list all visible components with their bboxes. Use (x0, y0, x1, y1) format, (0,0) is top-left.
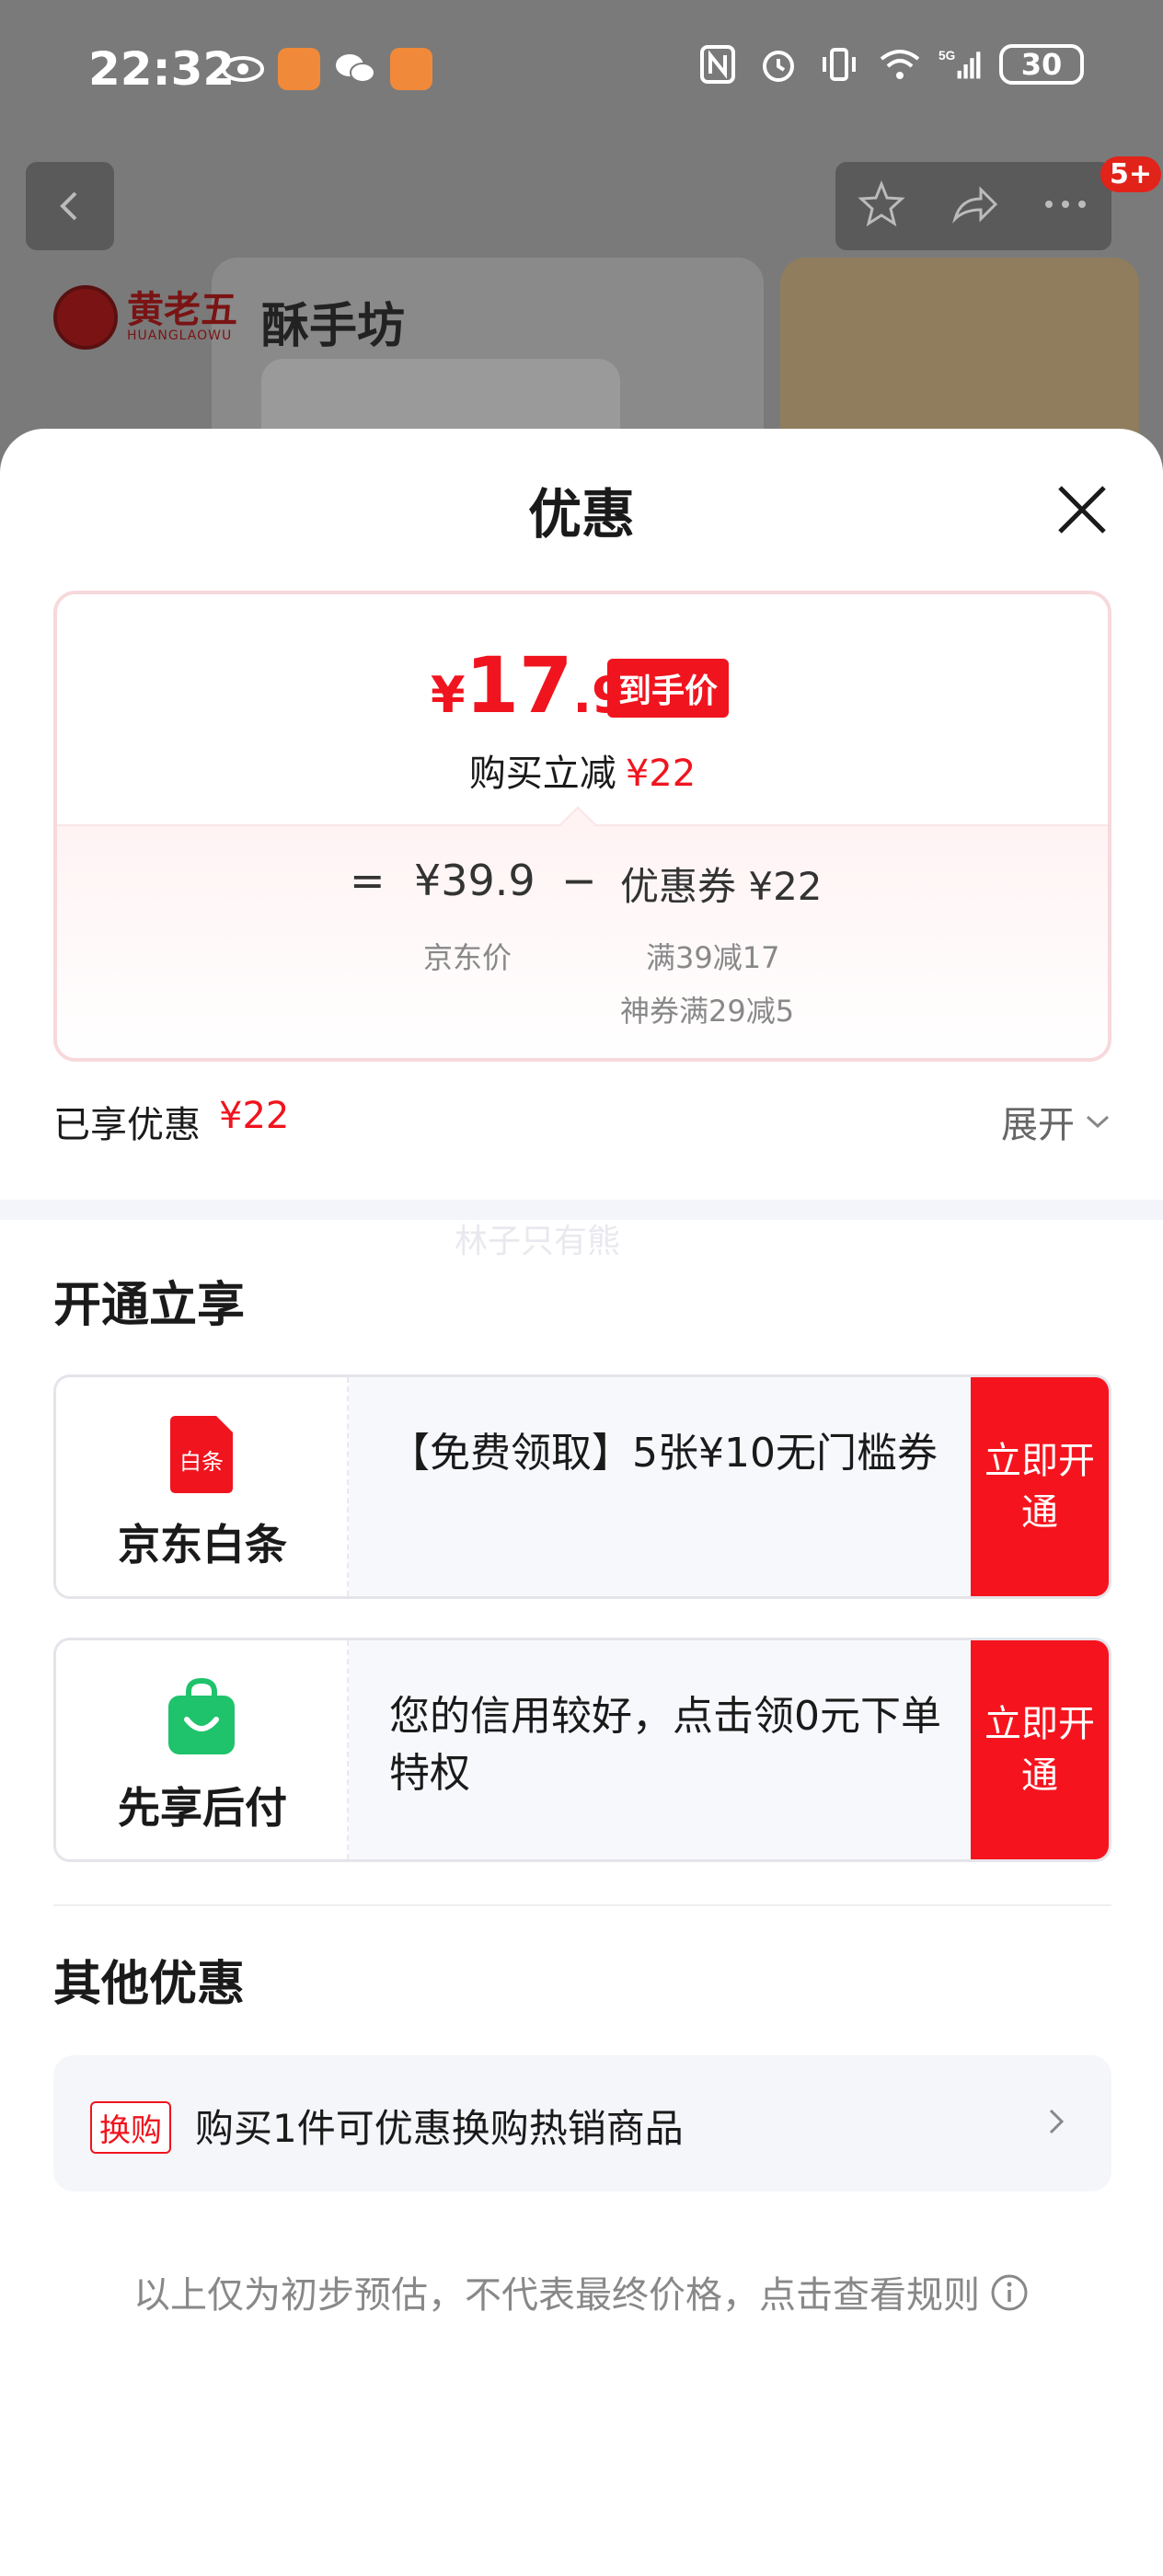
shopping-bag-icon (165, 1677, 238, 1758)
baitiao-card[interactable]: 白条 京东白条 【免费领取】5张¥10无门槛券 立即开通 (53, 1374, 1111, 1599)
price-equation: = ¥39.9 − 优惠券 ¥22 (57, 856, 1108, 920)
top-action-bar (835, 162, 1111, 250)
wechat-icon (333, 49, 377, 89)
pay-later-card[interactable]: 先享后付 您的信用较好，点击领0元下单特权 立即开通 (53, 1638, 1111, 1862)
wifi-icon (878, 44, 922, 85)
final-price-integer: 17 (465, 640, 573, 730)
swap-text: 购买1件可优惠换购热销商品 (195, 2106, 684, 2151)
nfc-icon (696, 44, 740, 85)
baitiao-description: 【免费领取】5张¥10无门槛券 (389, 1430, 938, 1477)
baitiao-name: 京东白条 (118, 1520, 287, 1570)
other-section-title: 其他优惠 (53, 1957, 246, 2012)
message-count-badge: 5+ (1100, 156, 1162, 192)
section-divider-line (53, 1904, 1111, 1906)
vibrate-icon (817, 44, 861, 85)
brand-name: 黄老五 (127, 288, 237, 331)
final-price: ¥ 17 .9 (431, 640, 627, 730)
swap-offer-row[interactable]: 换购 购买1件可优惠换购热销商品 (53, 2055, 1111, 2191)
instant-cut-label: 购买立减 (468, 753, 616, 795)
instant-cut-line: 购买立减 ¥22 (57, 743, 1108, 797)
status-time: 22:32 (88, 42, 236, 96)
swap-tag: 换购 (90, 2101, 171, 2154)
brand-seal-icon (53, 285, 118, 350)
price-breakdown-card: ¥ 17 .9 到手价 购买立减 ¥22 = ¥39.9 − 优惠券 ¥22 京东… (53, 591, 1111, 1062)
enjoyed-label: 已享优惠 (53, 1104, 201, 1146)
disclaimer-text: 以上仅为初步预估，不代表最终价格，点击查看规则 (133, 2274, 980, 2317)
chevron-right-icon (1038, 2103, 1075, 2140)
chevron-down-icon (1086, 1115, 1110, 1129)
pay-later-name: 先享后付 (118, 1783, 287, 1833)
status-bar: 22:32 5G 30 (0, 0, 1163, 147)
more-icon[interactable] (1040, 195, 1091, 217)
coupon-detail-1: 满39减17 (646, 940, 780, 975)
app-notification-icon (278, 48, 320, 90)
share-icon[interactable] (948, 178, 999, 234)
close-icon (1058, 486, 1106, 534)
baitiao-icon: 白条 (165, 1414, 238, 1495)
pay-later-description: 您的信用较好，点击领0元下单特权 (389, 1693, 941, 1797)
favorite-star-icon[interactable] (856, 178, 907, 234)
status-right-icons: 5G 30 (696, 44, 1084, 85)
expand-label: 展开 (1001, 1104, 1075, 1146)
baitiao-activate-button[interactable]: 立即开通 (971, 1377, 1109, 1596)
pay-later-activate-button[interactable]: 立即开通 (971, 1640, 1109, 1859)
enjoyed-discount-row: 已享优惠 ¥22 展开 (53, 1095, 1111, 1150)
status-left-icons (221, 48, 432, 90)
final-price-currency: ¥ (431, 666, 466, 724)
final-price-tag: 到手价 (607, 659, 730, 718)
back-button[interactable] (26, 162, 114, 250)
info-icon[interactable] (989, 2272, 1030, 2322)
svg-text:白条: 白条 (179, 1449, 224, 1475)
expand-toggle[interactable]: 展开 (1001, 1095, 1111, 1148)
discount-sheet: 优惠 ¥ 17 .9 到手价 购买立减 ¥22 = ¥39.9 − 优惠券 ¥22… (0, 429, 1163, 2576)
cellular-signal-icon: 5G (938, 44, 983, 85)
minus-sign: − (561, 856, 597, 905)
sheet-title: 优惠 (527, 483, 635, 546)
sub-brand-logo: 酥手坊 (261, 298, 406, 354)
brand-logo: 黄老五 HUANGLAOWU (53, 285, 237, 350)
equals-sign: = (350, 856, 386, 905)
jd-price: ¥39.9 (414, 856, 535, 905)
watermark: 林子只有熊 (455, 1223, 621, 1260)
alarm-icon (756, 44, 800, 85)
battery-indicator: 30 (999, 44, 1084, 85)
close-button[interactable] (1053, 480, 1111, 539)
coupon-amount: 优惠券 ¥22 (620, 864, 823, 909)
coupon-detail-2: 神券满29减5 (620, 994, 795, 1029)
eye-icon (221, 49, 265, 89)
brand-pinyin: HUANGLAOWU (127, 328, 233, 343)
instant-cut-value: ¥22 (625, 753, 697, 795)
svg-text:5G: 5G (938, 49, 955, 63)
disclaimer[interactable]: 以上仅为初步预估，不代表最终价格，点击查看规则 (0, 2265, 1163, 2322)
open-section-title: 开通立享 (53, 1278, 246, 1333)
jd-price-label: 京东价 (423, 940, 512, 975)
app-notification-icon-2 (390, 48, 432, 90)
enjoyed-value: ¥22 (219, 1095, 290, 1137)
chevron-left-icon (60, 191, 77, 221)
